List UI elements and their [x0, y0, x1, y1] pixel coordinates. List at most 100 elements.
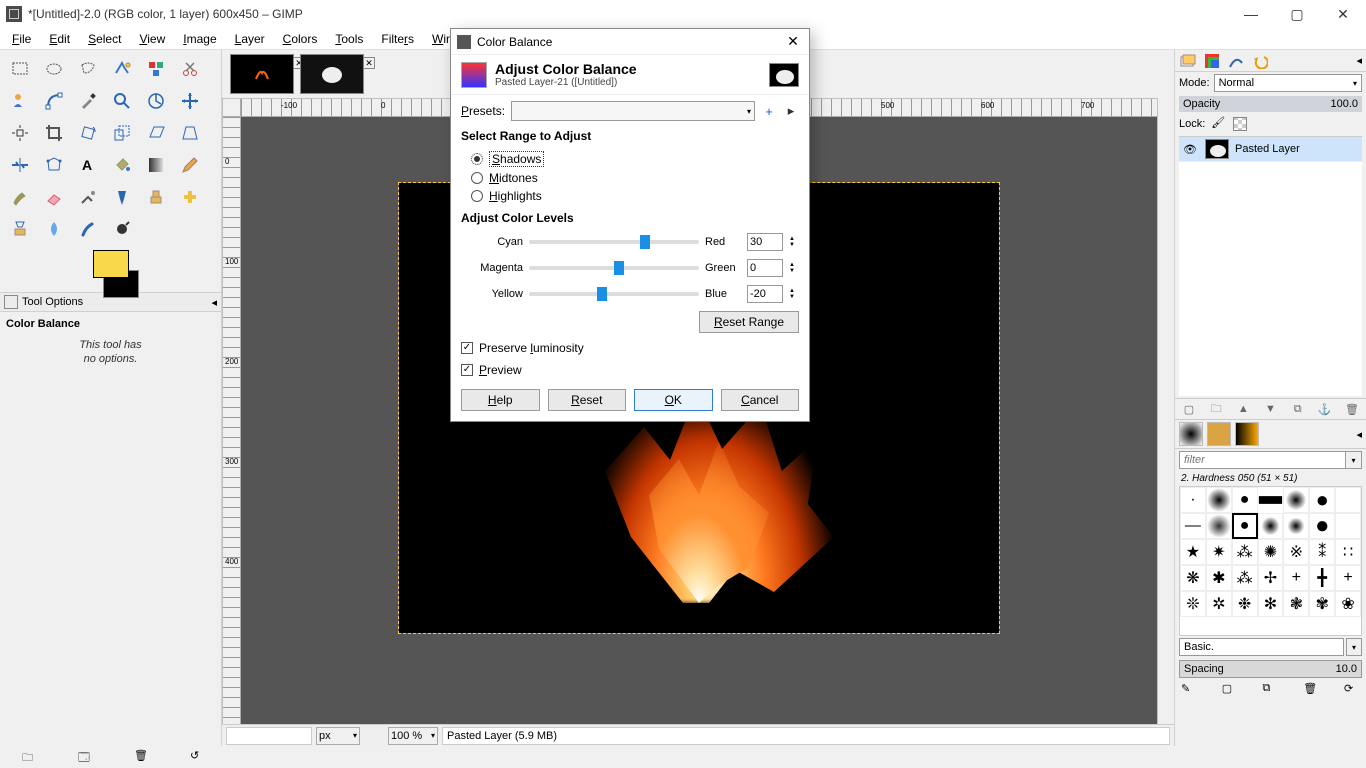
- tool-smudge[interactable]: [72, 214, 104, 244]
- tool-paintbrush[interactable]: [4, 182, 36, 212]
- brush-refresh-icon[interactable]: ⟳: [1344, 682, 1360, 698]
- tool-shear[interactable]: [140, 118, 172, 148]
- slider-green-value[interactable]: [747, 259, 783, 277]
- slider-magenta-green[interactable]: [529, 266, 699, 270]
- preview-checkbox[interactable]: Preview: [461, 363, 799, 377]
- undo-tab-icon[interactable]: [1251, 53, 1269, 69]
- layer-up-icon[interactable]: ▲: [1235, 401, 1251, 417]
- dock-menu-icon[interactable]: ◂: [1356, 54, 1362, 67]
- brush-del-icon[interactable]: 🗑: [1303, 682, 1319, 698]
- slider-red-value[interactable]: [747, 233, 783, 251]
- brush-spacing[interactable]: Spacing10.0: [1179, 660, 1362, 678]
- maximize-button[interactable]: ▢: [1274, 0, 1320, 28]
- tool-color-select[interactable]: [140, 54, 172, 84]
- tool-perspective-clone[interactable]: [4, 214, 36, 244]
- preset-menu-icon[interactable]: ▸: [783, 103, 799, 119]
- systray-icon-1[interactable]: 🗀: [22, 749, 38, 765]
- tool-pencil[interactable]: [174, 150, 206, 180]
- brushes-tab[interactable]: [1179, 422, 1203, 446]
- layers-tab-icon[interactable]: [1179, 53, 1197, 69]
- tool-align[interactable]: [4, 118, 36, 148]
- status-zoom[interactable]: 100 %▾: [388, 727, 438, 745]
- brush-new-icon[interactable]: ▢: [1222, 682, 1238, 698]
- foreground-color-swatch[interactable]: [93, 250, 129, 278]
- layer-anchor-icon[interactable]: ⚓: [1317, 401, 1333, 417]
- layer-group-icon[interactable]: 🗀: [1208, 401, 1224, 417]
- dialog-close-icon[interactable]: ✕: [783, 32, 803, 52]
- preserve-checkbox[interactable]: Preserve luminosity: [461, 341, 799, 355]
- tool-dodge[interactable]: [106, 214, 138, 244]
- brush-dock-menu-icon[interactable]: ◂: [1356, 428, 1362, 441]
- tool-free-select[interactable]: [72, 54, 104, 84]
- tool-color-picker[interactable]: [72, 86, 104, 116]
- brush-edit-icon[interactable]: ✎: [1181, 682, 1197, 698]
- tool-scale[interactable]: [106, 118, 138, 148]
- channels-tab-icon[interactable]: [1203, 53, 1221, 69]
- tool-ellipse-select[interactable]: [38, 54, 70, 84]
- lock-alpha-icon[interactable]: [1233, 117, 1247, 131]
- brush-set-select[interactable]: Basic.: [1179, 638, 1344, 656]
- lock-pixels-icon[interactable]: 🖌: [1211, 116, 1227, 132]
- opacity-slider[interactable]: Opacity100.0: [1179, 96, 1362, 112]
- layer-down-icon[interactable]: ▼: [1262, 401, 1278, 417]
- tool-airbrush[interactable]: [72, 182, 104, 212]
- document-tab-2[interactable]: ✕: [300, 54, 364, 94]
- minimize-button[interactable]: —: [1228, 0, 1274, 28]
- tool-options-menu-icon[interactable]: ◂: [211, 296, 217, 309]
- tool-rect-select[interactable]: [4, 54, 36, 84]
- slider-cyan-red[interactable]: [529, 240, 699, 244]
- radio-shadows[interactable]: Shadows: [471, 151, 799, 167]
- menu-image[interactable]: Image: [175, 30, 224, 48]
- tool-ink[interactable]: [106, 182, 138, 212]
- tool-move[interactable]: [174, 86, 206, 116]
- close-button[interactable]: ✕: [1320, 0, 1366, 28]
- menu-layer[interactable]: Layer: [227, 30, 273, 48]
- patterns-tab[interactable]: [1207, 422, 1231, 446]
- menu-view[interactable]: View: [131, 30, 173, 48]
- tool-cage[interactable]: [38, 150, 70, 180]
- menu-select[interactable]: Select: [80, 30, 129, 48]
- tool-eraser[interactable]: [38, 182, 70, 212]
- tool-clone[interactable]: [140, 182, 172, 212]
- slider-blue-value[interactable]: [747, 285, 783, 303]
- radio-highlights[interactable]: Highlights: [471, 189, 799, 203]
- preset-add-icon[interactable]: +: [761, 103, 777, 119]
- brush-grid[interactable]: ·●● —●● ★✷⁂✺※⁑∷ ❋✱⁂✢+╋+ ❊✲❉✻❃✾❀: [1179, 486, 1362, 636]
- tool-flip[interactable]: [4, 150, 36, 180]
- layer-visibility-icon[interactable]: 👁: [1183, 143, 1199, 156]
- paths-tab-icon[interactable]: [1227, 53, 1245, 69]
- systray-icon-4[interactable]: ↺: [190, 749, 206, 765]
- tool-measure[interactable]: [140, 86, 172, 116]
- tool-rotate[interactable]: [72, 118, 104, 148]
- menu-filters[interactable]: Filters: [373, 30, 422, 48]
- tool-blend[interactable]: [140, 150, 172, 180]
- menu-file[interactable]: FFileile: [4, 30, 39, 48]
- tool-bucket[interactable]: [106, 150, 138, 180]
- document-tab-1[interactable]: ✕: [230, 54, 294, 94]
- color-swatches[interactable]: [4, 244, 217, 288]
- ok-button[interactable]: OK: [634, 389, 713, 411]
- menu-tools[interactable]: Tools: [327, 30, 371, 48]
- radio-midtones[interactable]: Midtones: [471, 171, 799, 185]
- layer-item[interactable]: 👁 Pasted Layer: [1179, 137, 1362, 162]
- slider-yellow-blue[interactable]: [529, 292, 699, 296]
- systray-icon-3[interactable]: 🗑: [134, 749, 150, 765]
- layer-duplicate-icon[interactable]: ⧉: [1290, 401, 1306, 417]
- tool-perspective[interactable]: [174, 118, 206, 148]
- layers-list[interactable]: 👁 Pasted Layer: [1179, 136, 1362, 396]
- tool-blur[interactable]: [38, 214, 70, 244]
- brush-dup-icon[interactable]: ⧉: [1263, 682, 1279, 698]
- tool-zoom[interactable]: [106, 86, 138, 116]
- reset-range-button[interactable]: Reset Range: [699, 311, 799, 333]
- systray-icon-2[interactable]: 🗔: [78, 749, 94, 765]
- mode-select[interactable]: Normal▾: [1214, 74, 1362, 92]
- tool-scissors[interactable]: [174, 54, 206, 84]
- document-tab-2-close[interactable]: ✕: [363, 57, 375, 69]
- status-unit[interactable]: px▾: [316, 727, 360, 745]
- tool-paths[interactable]: [38, 86, 70, 116]
- menu-colors[interactable]: Colors: [275, 30, 326, 48]
- cancel-button[interactable]: Cancel: [721, 389, 800, 411]
- presets-select[interactable]: ▾: [511, 101, 755, 121]
- tool-crop[interactable]: [38, 118, 70, 148]
- brush-filter-input[interactable]: [1179, 451, 1346, 469]
